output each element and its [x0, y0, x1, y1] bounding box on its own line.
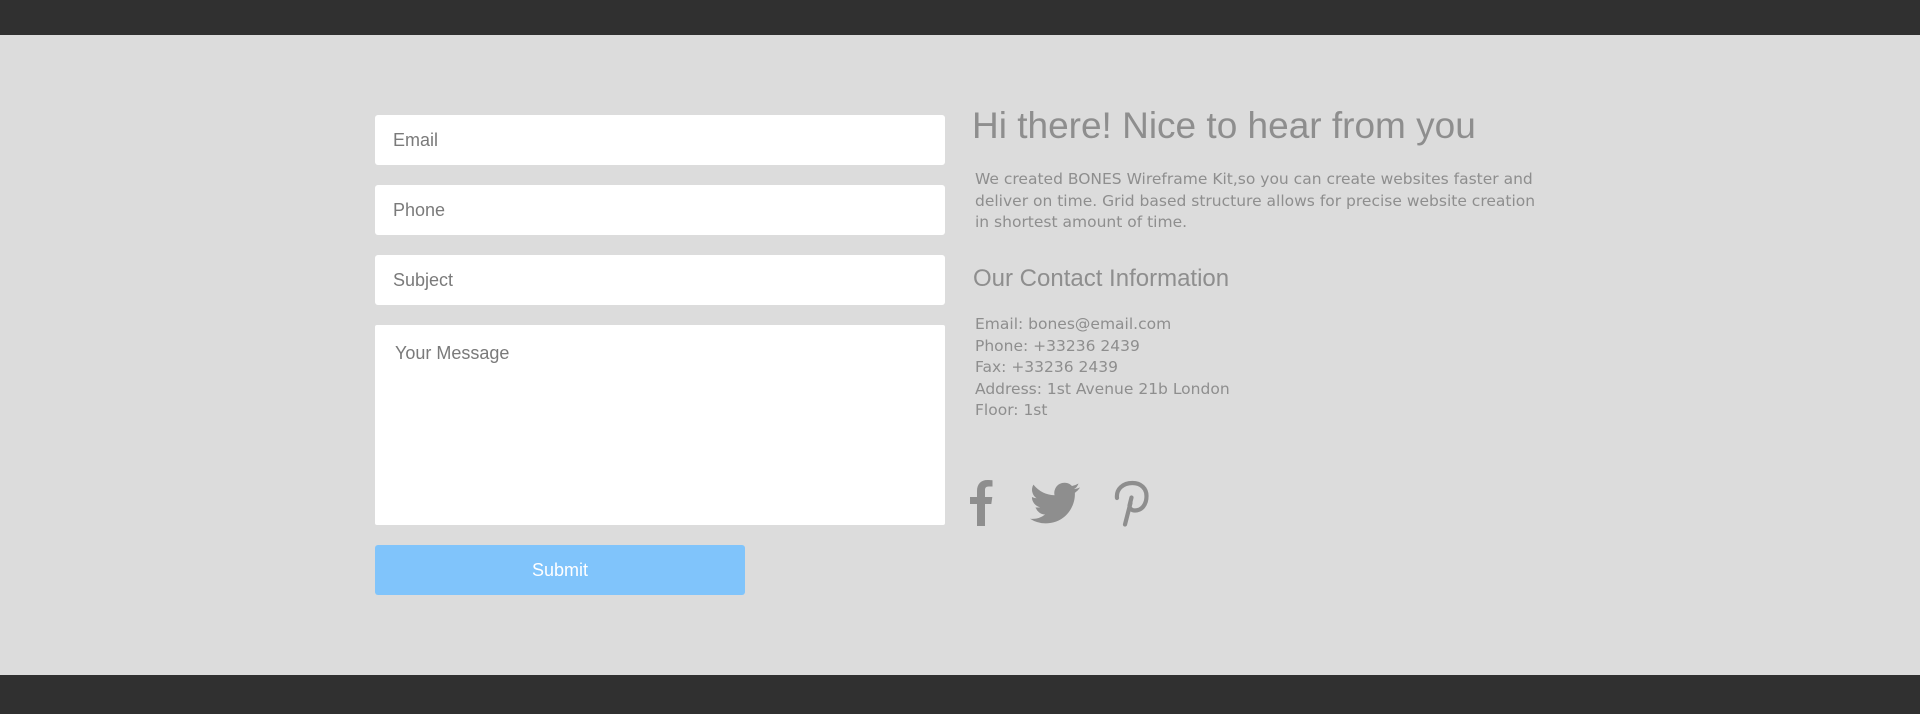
intro-text: We created BONES Wireframe Kit,so you ca… [975, 170, 1536, 231]
phone-field[interactable] [375, 185, 945, 235]
contact-fax: Fax: +33236 2439 [975, 358, 1118, 376]
bottom-bar [0, 675, 1920, 714]
contact-floor: Floor: 1st [975, 401, 1048, 419]
email-field[interactable] [375, 115, 945, 165]
message-field[interactable] [375, 325, 945, 525]
twitter-icon [1030, 482, 1080, 524]
pinterest-icon [1114, 480, 1149, 527]
facebook-icon [970, 480, 993, 526]
pinterest-link[interactable] [1108, 478, 1158, 528]
contact-email: Email: bones@email.com [975, 315, 1172, 333]
page-title: Hi there! Nice to hear from you [972, 105, 1476, 146]
facebook-link[interactable] [965, 478, 1015, 528]
subject-field[interactable] [375, 255, 945, 305]
submit-button[interactable]: Submit [375, 545, 745, 595]
contact-info-list: Email: bones@email.com Phone: +33236 243… [975, 314, 1230, 422]
contact-address: Address: 1st Avenue 21b London [975, 379, 1230, 398]
twitter-link[interactable] [1030, 478, 1080, 528]
contact-info-heading: Our Contact Information [973, 265, 1230, 292]
top-bar [0, 0, 1920, 35]
contact-phone: Phone: +33236 2439 [975, 336, 1140, 355]
